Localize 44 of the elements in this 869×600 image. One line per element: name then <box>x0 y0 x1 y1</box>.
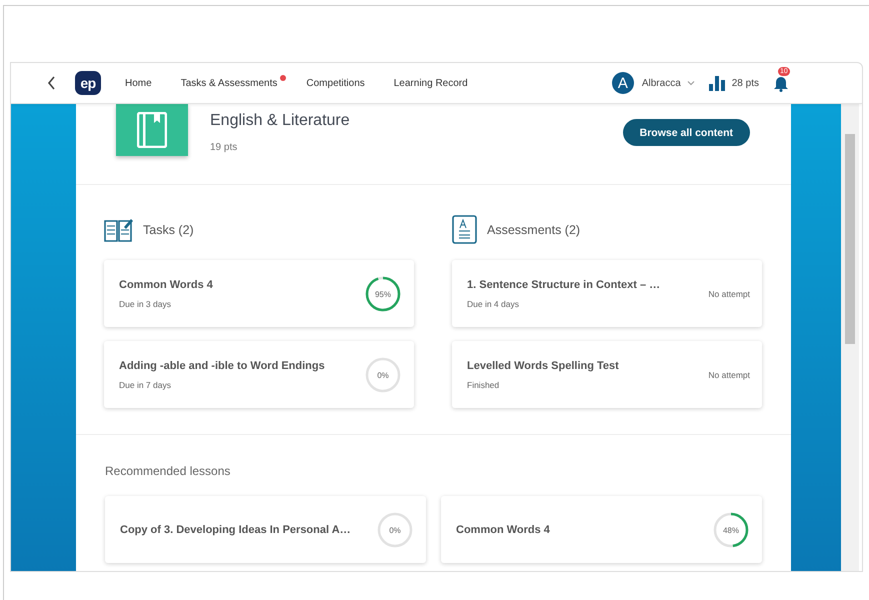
subject-title: English & Literature <box>210 112 350 130</box>
attempt-status: No attempt <box>708 370 750 380</box>
task-title: Common Words 4 <box>119 278 214 290</box>
points-label: 28 pts <box>732 78 759 88</box>
due-date: Due in 3 days <box>119 298 172 308</box>
task-title: Adding -able and -ible to Word Endings <box>119 360 326 372</box>
assessment-card[interactable]: Levelled Words Spelling Test Finished No attempt <box>452 341 762 408</box>
chevron-down-icon[interactable] <box>686 80 695 86</box>
task-card[interactable]: Common Words 4 Due in 3 days 95% <box>104 260 414 327</box>
section-heading: Tasks (2) <box>143 222 194 236</box>
attempt-status: No attempt <box>708 288 750 298</box>
subject-points: 19 pts <box>210 142 238 153</box>
progress-ring: 48% <box>712 510 750 548</box>
document-icon <box>452 215 477 244</box>
open-book-icon <box>104 217 133 242</box>
scrollbar[interactable] <box>841 104 859 571</box>
nav-link[interactable]: Tasks & Assessments <box>180 78 278 88</box>
section-heading: Assessments (2) <box>487 222 580 236</box>
progress-ring: 0% <box>364 356 402 394</box>
bar-chart-icon <box>708 76 725 90</box>
lesson-title: Common Words 4 <box>456 524 551 536</box>
bell-icon[interactable] <box>773 74 789 92</box>
user-name[interactable]: Albracca <box>642 78 681 88</box>
nav-link[interactable]: Competitions <box>306 78 365 88</box>
browse-button[interactable]: Browse all content <box>622 119 750 146</box>
back-icon[interactable] <box>47 76 57 90</box>
due-date: Due in 4 days <box>467 298 520 308</box>
alert-dot <box>280 74 286 80</box>
logo[interactable]: ep <box>75 71 101 95</box>
due-date: Finished <box>467 380 500 390</box>
progress-ring: 95% <box>364 274 402 312</box>
lesson-title: Copy of 3. Developing Ideas In Personal A… <box>120 524 352 536</box>
nav-link[interactable]: Learning Record <box>394 78 468 88</box>
assessment-title: 1. Sentence Structure in Context – … <box>467 278 662 290</box>
section-heading: Recommended lessons <box>105 464 232 478</box>
user-avatar[interactable]: A <box>612 72 634 94</box>
assessment-card[interactable]: 1. Sentence Structure in Context – … Due in 4 days No attempt <box>452 260 762 327</box>
due-date: Due in 7 days <box>119 380 172 390</box>
progress-ring: 0% <box>376 510 414 548</box>
assessment-title: Levelled Words Spelling Test <box>467 360 620 372</box>
task-card[interactable]: Adding -able and -ible to Word Endings Due in 7 days 0% <box>104 341 414 408</box>
nav-link[interactable]: Home <box>125 78 152 88</box>
lesson-card[interactable]: Common Words 4 48% <box>441 496 762 563</box>
lesson-card[interactable]: Copy of 3. Developing Ideas In Personal A… 0% <box>105 496 426 563</box>
